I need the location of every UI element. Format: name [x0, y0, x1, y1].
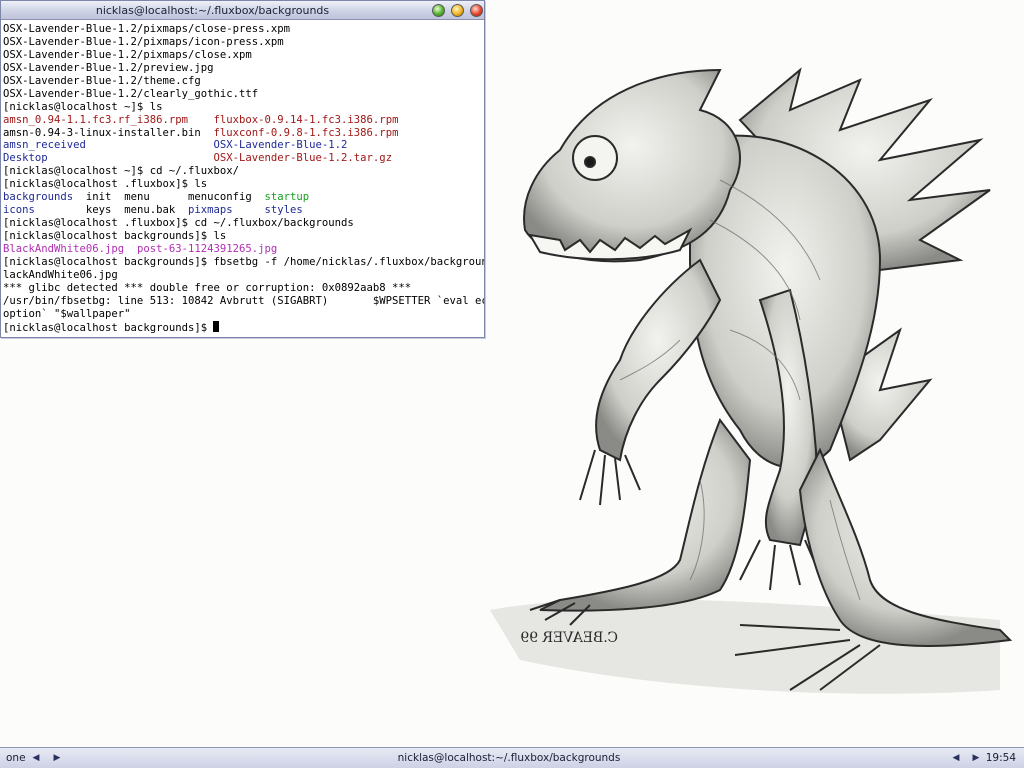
terminal-text-segment: [nicklas@localhost ~]$ ls — [3, 100, 163, 113]
pupil — [584, 156, 596, 168]
terminal-text-segment: amsn_received — [3, 139, 214, 152]
terminal-window[interactable]: nicklas@localhost:~/.fluxbox/backgrounds… — [0, 0, 485, 338]
terminal-line: *** glibc detected *** double free or co… — [3, 282, 484, 295]
terminal-text-segment: OSX-Lavender-Blue-1.2/pixmaps/icon-press… — [3, 35, 284, 48]
terminal-text-segment: fluxconf-0.9.8-1.fc3.i386.rpm — [213, 126, 399, 139]
terminal-line: amsn-0.94-3-linux-installer.bin fluxconf… — [3, 127, 484, 140]
toolbar: one ◀ ▶ nicklas@localhost:~/.fluxbox/bac… — [0, 747, 1024, 768]
workspace-prev-arrow-icon[interactable]: ◀ — [30, 752, 42, 764]
terminal-line: OSX-Lavender-Blue-1.2/theme.cfg — [3, 75, 484, 88]
terminal-text-segment: icons — [3, 204, 86, 217]
terminal-text-segment: [nicklas@localhost .fluxbox]$ cd ~/.flux… — [3, 217, 354, 230]
eye — [572, 135, 618, 181]
terminal-line: [nicklas@localhost .fluxbox]$ ls — [3, 178, 484, 191]
terminal-line: OSX-Lavender-Blue-1.2/clearly_gothic.ttf — [3, 88, 484, 101]
terminal-text-segment: init menu menuconfig — [85, 191, 265, 204]
terminal-line: option` "$wallpaper" — [3, 308, 484, 321]
terminal-prompt: [nicklas@localhost backgrounds]$ — [3, 321, 214, 334]
terminal-title: nicklas@localhost:~/.fluxbox/backgrounds — [95, 4, 330, 17]
workspace-name[interactable]: one — [6, 752, 26, 764]
left-claws — [579, 449, 641, 506]
terminal-line: amsn_0.94-1.1.fc3.rf_i386.rpm fluxbox-0.… — [3, 114, 484, 127]
terminal-text-segment: OSX-Lavender-Blue-1.2.tar.gz — [213, 152, 393, 165]
terminal-line: OSX-Lavender-Blue-1.2/preview.jpg — [3, 62, 484, 75]
text-cursor — [213, 320, 220, 332]
terminal-text-segment: Desktop — [3, 152, 214, 165]
terminal-prompt-line[interactable]: [nicklas@localhost backgrounds]$ — [3, 320, 484, 334]
terminal-text-segment: backgrounds — [3, 191, 86, 204]
maximize-button[interactable] — [432, 4, 445, 17]
left-arm — [595, 258, 722, 462]
terminal-output[interactable]: OSX-Lavender-Blue-1.2/pixmaps/close-pres… — [1, 21, 484, 337]
terminal-text-segment: BlackAndWhite06.jpg — [3, 242, 137, 255]
terminal-text-segment: OSX-Lavender-Blue-1.2/pixmaps/close-pres… — [3, 23, 291, 35]
terminal-line: [nicklas@localhost backgrounds]$ ls — [3, 230, 484, 243]
terminal-text-segment: amsn-0.94-3-linux-installer.bin — [3, 126, 214, 139]
window-next-arrow-icon[interactable]: ▶ — [970, 752, 982, 764]
terminal-line: /usr/bin/fbsetbg: line 513: 10842 Avbrut… — [3, 295, 484, 308]
window-prev-arrow-icon[interactable]: ◀ — [950, 752, 962, 764]
left-leg — [539, 417, 752, 612]
terminal-line: icons keys menu.bak pixmaps styles — [3, 204, 484, 217]
terminal-line: OSX-Lavender-Blue-1.2/pixmaps/close-pres… — [3, 23, 484, 36]
terminal-text-segment: OSX-Lavender-Blue-1.2/clearly_gothic.ttf — [3, 87, 259, 100]
terminal-text-segment: pixmaps — [187, 204, 265, 217]
terminal-text-segment: OSX-Lavender-Blue-1.2/theme.cfg — [3, 74, 201, 87]
terminal-text-segment: keys menu.bak — [85, 204, 188, 217]
terminal-lines: OSX-Lavender-Blue-1.2/pixmaps/close-pres… — [3, 23, 484, 321]
terminal-text-segment: option` "$wallpaper" — [3, 307, 131, 320]
terminal-titlebar[interactable]: nicklas@localhost:~/.fluxbox/backgrounds — [1, 1, 484, 20]
terminal-text-segment: post-63-1124391265.jpg — [136, 242, 278, 255]
taskbar-window-title[interactable]: nicklas@localhost:~/.fluxbox/backgrounds — [70, 752, 948, 764]
workspace-next-arrow-icon[interactable]: ▶ — [51, 752, 63, 764]
terminal-text-segment: fluxbox-0.9.14-1.fc3.i386.rpm — [213, 113, 399, 126]
desktop: C.BEAVER 99 nicklas@localhost:~/.fluxbox… — [0, 0, 1024, 768]
terminal-line: [nicklas@localhost ~]$ cd ~/.fluxbox/ — [3, 165, 484, 178]
terminal-line: [nicklas@localhost backgrounds]$ fbsetbg… — [3, 256, 484, 269]
terminal-line: BlackAndWhite06.jpg post-63-1124391265.j… — [3, 243, 484, 256]
terminal-text-segment: [nicklas@localhost .fluxbox]$ ls — [3, 178, 208, 191]
terminal-text-segment: OSX-Lavender-Blue-1.2/pixmaps/close.xpm — [3, 48, 252, 61]
terminal-text-segment: *** glibc detected *** double free or co… — [3, 281, 412, 294]
terminal-text-segment: [nicklas@localhost ~]$ cd ~/.fluxbox/ — [3, 165, 239, 178]
terminal-line: backgrounds init menu menuconfig startup — [3, 191, 484, 204]
terminal-line: OSX-Lavender-Blue-1.2/pixmaps/close.xpm — [3, 49, 484, 62]
terminal-text-segment: /usr/bin/fbsetbg: line 513: 10842 Avbrut… — [3, 294, 484, 307]
terminal-line: OSX-Lavender-Blue-1.2/pixmaps/icon-press… — [3, 36, 484, 49]
terminal-text-segment: OSX-Lavender-Blue-1.2/preview.jpg — [3, 61, 214, 74]
artist-signature: C.BEAVER 99 — [520, 630, 618, 646]
terminal-text-segment: [nicklas@localhost backgrounds]$ ls — [3, 230, 227, 242]
terminal-text-segment: amsn_0.94-1.1.fc3.rf_i386.rpm — [3, 113, 214, 126]
close-button[interactable] — [470, 4, 483, 17]
terminal-line: amsn_received OSX-Lavender-Blue-1.2 — [3, 139, 484, 152]
terminal-text-segment: [nicklas@localhost backgrounds]$ fbsetbg… — [3, 255, 484, 268]
terminal-text-segment: OSX-Lavender-Blue-1.2 — [213, 139, 348, 152]
terminal-line: Desktop OSX-Lavender-Blue-1.2.tar.gz — [3, 152, 484, 165]
terminal-line: [nicklas@localhost .fluxbox]$ cd ~/.flux… — [3, 217, 484, 230]
minimize-button[interactable] — [451, 4, 464, 17]
terminal-text-segment: lackAndWhite06.jpg — [3, 268, 118, 281]
clock: 19:54 — [985, 752, 1016, 764]
terminal-text-segment: styles — [264, 204, 303, 217]
terminal-line: lackAndWhite06.jpg — [3, 269, 484, 282]
terminal-text-segment: startup — [264, 191, 310, 204]
right-claws — [739, 539, 821, 591]
terminal-line: [nicklas@localhost ~]$ ls — [3, 101, 484, 114]
